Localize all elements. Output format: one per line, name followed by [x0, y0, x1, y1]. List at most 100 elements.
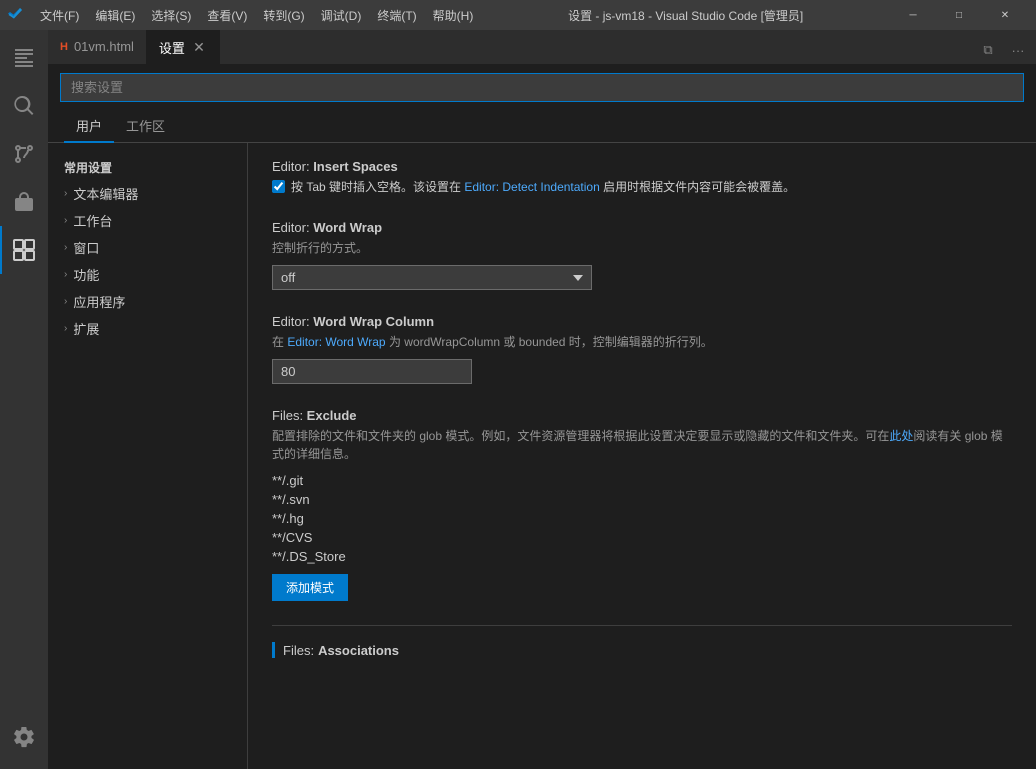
tab-label-settings: 设置: [159, 38, 185, 57]
nav-item-label: 工作台: [73, 211, 112, 230]
files-assoc-title: Files: Associations: [272, 642, 1012, 658]
setting-title-insert-spaces: Editor: Insert Spaces: [272, 159, 1012, 174]
files-assoc-prefix: Files:: [283, 643, 314, 658]
settings-tab-workspace[interactable]: 工作区: [114, 110, 177, 143]
tab-label-01vm: 01vm.html: [74, 39, 134, 54]
nav-item-label: 窗口: [73, 238, 99, 257]
nav-section-title: 常用设置: [48, 151, 247, 180]
app-icon: [8, 7, 24, 23]
files-exclude-link[interactable]: 此处: [889, 429, 913, 443]
accent-bar: [272, 642, 275, 658]
menu-edit[interactable]: 编辑(E): [87, 5, 143, 26]
word-wrap-link[interactable]: Editor: Word Wrap: [287, 335, 385, 349]
list-item: **/.svn: [272, 490, 1012, 509]
settings-nav: 常用设置 › 文本编辑器 › 工作台 › 窗口 › 功: [48, 143, 248, 769]
nav-item-extensions[interactable]: › 扩展: [48, 315, 247, 342]
chevron-icon: ›: [64, 215, 67, 226]
word-wrap-column-desc: 在 Editor: Word Wrap 为 wordWrapColumn 或 b…: [272, 333, 1012, 351]
list-item: **/.hg: [272, 509, 1012, 528]
nav-item-label: 功能: [73, 265, 99, 284]
insert-spaces-checkbox[interactable]: [272, 180, 285, 193]
setting-main-label: Insert Spaces: [313, 159, 398, 174]
setting-files-exclude: Files: Exclude 配置排除的文件和文件夹的 glob 模式。例如，文…: [272, 408, 1012, 601]
menu-bar: 文件(F) 编辑(E) 选择(S) 查看(V) 转到(G) 调试(D) 终端(T…: [32, 5, 481, 26]
tab-01vm[interactable]: H 01vm.html: [48, 30, 147, 64]
list-item: **/.DS_Store: [272, 547, 1012, 566]
tab-settings[interactable]: 设置 ✕: [147, 30, 220, 64]
section-divider: [272, 625, 1012, 626]
window-controls: ─ □ ✕: [890, 0, 1028, 30]
setting-prefix: Editor:: [272, 159, 313, 174]
tab-bar: H 01vm.html 设置 ✕ ⧉ ···: [48, 30, 1036, 65]
nav-item-app[interactable]: › 应用程序: [48, 288, 247, 315]
main-layout: H 01vm.html 设置 ✕ ⧉ ··· 用户 工作区: [0, 30, 1036, 769]
list-item: **/.git: [272, 471, 1012, 490]
menu-select[interactable]: 选择(S): [143, 5, 199, 26]
activity-explorer[interactable]: [0, 34, 48, 82]
detect-indentation-link[interactable]: Editor: Detect Indentation: [464, 180, 599, 194]
setting-prefix: Files:: [272, 408, 307, 423]
add-pattern-button[interactable]: 添加模式: [272, 574, 348, 601]
search-input[interactable]: [60, 73, 1024, 102]
setting-word-wrap: Editor: Word Wrap 控制折行的方式。 off on wordWr…: [272, 220, 1012, 290]
chevron-icon: ›: [64, 323, 67, 334]
menu-terminal[interactable]: 终端(T): [369, 5, 424, 26]
setting-title-files-exclude: Files: Exclude: [272, 408, 1012, 423]
nav-item-workbench[interactable]: › 工作台: [48, 207, 247, 234]
setting-files-assoc: Files: Associations: [272, 625, 1012, 658]
activity-git[interactable]: [0, 130, 48, 178]
nav-item-text-editor[interactable]: › 文本编辑器: [48, 180, 247, 207]
more-actions-button[interactable]: ···: [1004, 36, 1032, 64]
nav-item-label: 扩展: [73, 319, 99, 338]
search-bar: [48, 65, 1036, 110]
menu-file[interactable]: 文件(F): [32, 5, 87, 26]
files-assoc-main: Associations: [318, 643, 399, 658]
settings-content: 用户 工作区 常用设置 › 文本编辑器 › 工作台: [48, 65, 1036, 769]
nav-item-window[interactable]: › 窗口: [48, 234, 247, 261]
menu-goto[interactable]: 转到(G): [255, 5, 312, 26]
close-button[interactable]: ✕: [982, 0, 1028, 30]
settings-tab-user[interactable]: 用户: [64, 110, 114, 143]
chevron-icon: ›: [64, 188, 67, 199]
insert-spaces-desc: 按 Tab 键时插入空格。该设置在 Editor: Detect Indenta…: [291, 178, 795, 196]
settings-main: 常用设置 › 文本编辑器 › 工作台 › 窗口 › 功: [48, 143, 1036, 769]
settings-tabs: 用户 工作区: [48, 110, 1036, 143]
word-wrap-column-input[interactable]: [272, 359, 472, 384]
setting-word-wrap-column: Editor: Word Wrap Column 在 Editor: Word …: [272, 314, 1012, 384]
insert-spaces-checkbox-row: 按 Tab 键时插入空格。该设置在 Editor: Detect Indenta…: [272, 178, 1012, 196]
setting-prefix: Editor:: [272, 314, 313, 329]
maximize-button[interactable]: □: [936, 0, 982, 30]
menu-help[interactable]: 帮助(H): [425, 5, 482, 26]
activity-search[interactable]: [0, 82, 48, 130]
setting-insert-spaces: Editor: Insert Spaces 按 Tab 键时插入空格。该设置在 …: [272, 159, 1012, 196]
menu-view[interactable]: 查看(V): [199, 5, 255, 26]
setting-title-word-wrap: Editor: Word Wrap: [272, 220, 1012, 235]
nav-item-label: 应用程序: [73, 292, 125, 311]
settings-panel: Editor: Insert Spaces 按 Tab 键时插入空格。该设置在 …: [248, 143, 1036, 769]
activity-extensions[interactable]: [0, 226, 48, 274]
setting-main-label: Word Wrap Column: [313, 314, 434, 329]
window-title: 设置 - js-vm18 - Visual Studio Code [管理员]: [481, 7, 890, 24]
chevron-icon: ›: [64, 242, 67, 253]
word-wrap-desc: 控制折行的方式。: [272, 239, 1012, 257]
setting-prefix: Editor:: [272, 220, 313, 235]
chevron-icon: ›: [64, 296, 67, 307]
files-exclude-list: **/.git **/.svn **/.hg **/CVS **/.DS_Sto…: [272, 471, 1012, 566]
word-wrap-select[interactable]: off on wordWrapColumn bounded: [272, 265, 592, 290]
setting-main-label: Exclude: [307, 408, 357, 423]
nav-item-label: 文本编辑器: [73, 184, 138, 203]
files-exclude-desc: 配置排除的文件和文件夹的 glob 模式。例如，文件资源管理器将根据此设置决定要…: [272, 427, 1012, 463]
setting-main-label: Word Wrap: [313, 220, 382, 235]
menu-debug[interactable]: 调试(D): [313, 5, 370, 26]
tab-close-settings[interactable]: ✕: [191, 39, 207, 55]
activity-settings[interactable]: [0, 713, 48, 761]
minimize-button[interactable]: ─: [890, 0, 936, 30]
titlebar: 文件(F) 编辑(E) 选择(S) 查看(V) 转到(G) 调试(D) 终端(T…: [0, 0, 1036, 30]
list-item: **/CVS: [272, 528, 1012, 547]
tab-bar-actions: ⧉ ···: [974, 36, 1036, 64]
activity-debug[interactable]: [0, 178, 48, 226]
editor-area: H 01vm.html 设置 ✕ ⧉ ··· 用户 工作区: [48, 30, 1036, 769]
split-editor-button[interactable]: ⧉: [974, 36, 1002, 64]
setting-title-word-wrap-column: Editor: Word Wrap Column: [272, 314, 1012, 329]
nav-item-features[interactable]: › 功能: [48, 261, 247, 288]
